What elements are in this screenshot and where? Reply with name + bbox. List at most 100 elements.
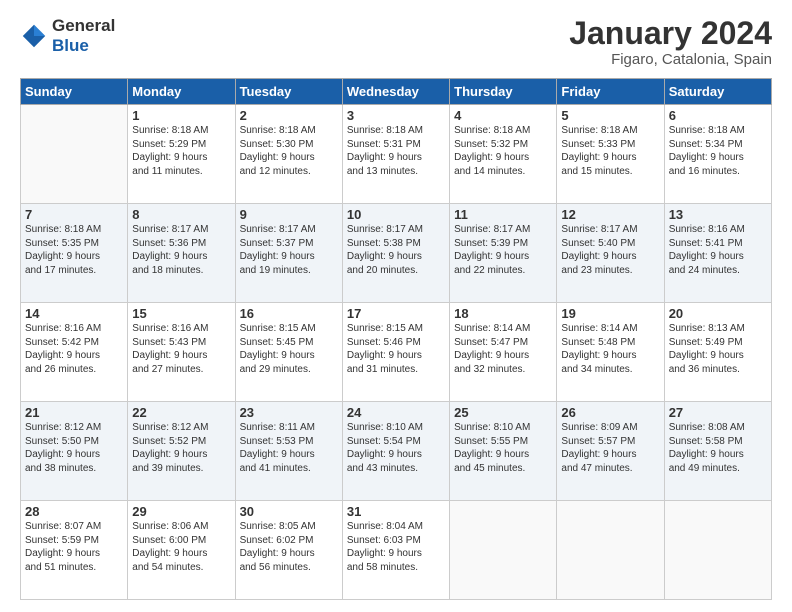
day-number: 11 bbox=[454, 207, 552, 222]
header-cell-sunday: Sunday bbox=[21, 79, 128, 105]
calendar-cell: 18Sunrise: 8:14 AMSunset: 5:47 PMDayligh… bbox=[450, 303, 557, 402]
day-info: Sunrise: 8:18 AMSunset: 5:29 PMDaylight:… bbox=[132, 124, 230, 178]
day-number: 14 bbox=[25, 306, 123, 321]
calendar-cell: 3Sunrise: 8:18 AMSunset: 5:31 PMDaylight… bbox=[342, 105, 449, 204]
calendar-table: SundayMondayTuesdayWednesdayThursdayFrid… bbox=[20, 78, 772, 600]
calendar-cell: 27Sunrise: 8:08 AMSunset: 5:58 PMDayligh… bbox=[664, 402, 771, 501]
day-info: Sunrise: 8:16 AMSunset: 5:43 PMDaylight:… bbox=[132, 322, 230, 376]
calendar-cell bbox=[664, 501, 771, 600]
day-info: Sunrise: 8:12 AMSunset: 5:50 PMDaylight:… bbox=[25, 421, 123, 475]
day-number: 4 bbox=[454, 108, 552, 123]
calendar-cell: 22Sunrise: 8:12 AMSunset: 5:52 PMDayligh… bbox=[128, 402, 235, 501]
calendar-cell: 14Sunrise: 8:16 AMSunset: 5:42 PMDayligh… bbox=[21, 303, 128, 402]
day-info: Sunrise: 8:09 AMSunset: 5:57 PMDaylight:… bbox=[561, 421, 659, 475]
calendar-cell: 5Sunrise: 8:18 AMSunset: 5:33 PMDaylight… bbox=[557, 105, 664, 204]
header-row: SundayMondayTuesdayWednesdayThursdayFrid… bbox=[21, 79, 772, 105]
header-cell-wednesday: Wednesday bbox=[342, 79, 449, 105]
day-info: Sunrise: 8:18 AMSunset: 5:30 PMDaylight:… bbox=[240, 124, 338, 178]
day-info: Sunrise: 8:13 AMSunset: 5:49 PMDaylight:… bbox=[669, 322, 767, 376]
day-info: Sunrise: 8:04 AMSunset: 6:03 PMDaylight:… bbox=[347, 520, 445, 574]
calendar-cell bbox=[21, 105, 128, 204]
day-number: 16 bbox=[240, 306, 338, 321]
day-number: 15 bbox=[132, 306, 230, 321]
day-info: Sunrise: 8:18 AMSunset: 5:31 PMDaylight:… bbox=[347, 124, 445, 178]
calendar-cell: 9Sunrise: 8:17 AMSunset: 5:37 PMDaylight… bbox=[235, 204, 342, 303]
calendar-cell bbox=[450, 501, 557, 600]
page-title: January 2024 bbox=[569, 16, 772, 51]
calendar-cell: 8Sunrise: 8:17 AMSunset: 5:36 PMDaylight… bbox=[128, 204, 235, 303]
logo-icon bbox=[20, 22, 48, 50]
day-number: 17 bbox=[347, 306, 445, 321]
calendar-week-5: 28Sunrise: 8:07 AMSunset: 5:59 PMDayligh… bbox=[21, 501, 772, 600]
calendar-header: SundayMondayTuesdayWednesdayThursdayFrid… bbox=[21, 79, 772, 105]
day-number: 19 bbox=[561, 306, 659, 321]
day-number: 6 bbox=[669, 108, 767, 123]
calendar-cell: 26Sunrise: 8:09 AMSunset: 5:57 PMDayligh… bbox=[557, 402, 664, 501]
calendar-week-1: 1Sunrise: 8:18 AMSunset: 5:29 PMDaylight… bbox=[21, 105, 772, 204]
day-number: 24 bbox=[347, 405, 445, 420]
day-number: 31 bbox=[347, 504, 445, 519]
calendar-cell: 16Sunrise: 8:15 AMSunset: 5:45 PMDayligh… bbox=[235, 303, 342, 402]
day-info: Sunrise: 8:06 AMSunset: 6:00 PMDaylight:… bbox=[132, 520, 230, 574]
day-number: 10 bbox=[347, 207, 445, 222]
day-info: Sunrise: 8:07 AMSunset: 5:59 PMDaylight:… bbox=[25, 520, 123, 574]
day-info: Sunrise: 8:17 AMSunset: 5:37 PMDaylight:… bbox=[240, 223, 338, 277]
day-number: 29 bbox=[132, 504, 230, 519]
day-number: 26 bbox=[561, 405, 659, 420]
header-cell-monday: Monday bbox=[128, 79, 235, 105]
day-number: 23 bbox=[240, 405, 338, 420]
day-number: 28 bbox=[25, 504, 123, 519]
day-number: 1 bbox=[132, 108, 230, 123]
day-number: 7 bbox=[25, 207, 123, 222]
calendar-cell: 2Sunrise: 8:18 AMSunset: 5:30 PMDaylight… bbox=[235, 105, 342, 204]
calendar-cell: 13Sunrise: 8:16 AMSunset: 5:41 PMDayligh… bbox=[664, 204, 771, 303]
day-number: 21 bbox=[25, 405, 123, 420]
calendar-cell: 23Sunrise: 8:11 AMSunset: 5:53 PMDayligh… bbox=[235, 402, 342, 501]
calendar-body: 1Sunrise: 8:18 AMSunset: 5:29 PMDaylight… bbox=[21, 105, 772, 600]
day-number: 18 bbox=[454, 306, 552, 321]
day-number: 25 bbox=[454, 405, 552, 420]
page-subtitle: Figaro, Catalonia, Spain bbox=[569, 51, 772, 68]
calendar-cell: 7Sunrise: 8:18 AMSunset: 5:35 PMDaylight… bbox=[21, 204, 128, 303]
calendar-cell: 19Sunrise: 8:14 AMSunset: 5:48 PMDayligh… bbox=[557, 303, 664, 402]
calendar-cell: 28Sunrise: 8:07 AMSunset: 5:59 PMDayligh… bbox=[21, 501, 128, 600]
calendar-cell: 10Sunrise: 8:17 AMSunset: 5:38 PMDayligh… bbox=[342, 204, 449, 303]
header-cell-saturday: Saturday bbox=[664, 79, 771, 105]
calendar-week-2: 7Sunrise: 8:18 AMSunset: 5:35 PMDaylight… bbox=[21, 204, 772, 303]
title-block: January 2024 Figaro, Catalonia, Spain bbox=[569, 16, 772, 68]
calendar-cell: 21Sunrise: 8:12 AMSunset: 5:50 PMDayligh… bbox=[21, 402, 128, 501]
day-number: 2 bbox=[240, 108, 338, 123]
logo-text: General Blue bbox=[52, 16, 115, 55]
day-info: Sunrise: 8:08 AMSunset: 5:58 PMDaylight:… bbox=[669, 421, 767, 475]
day-info: Sunrise: 8:10 AMSunset: 5:55 PMDaylight:… bbox=[454, 421, 552, 475]
page: General Blue January 2024 Figaro, Catalo… bbox=[0, 0, 792, 612]
day-number: 3 bbox=[347, 108, 445, 123]
calendar-cell: 11Sunrise: 8:17 AMSunset: 5:39 PMDayligh… bbox=[450, 204, 557, 303]
day-info: Sunrise: 8:05 AMSunset: 6:02 PMDaylight:… bbox=[240, 520, 338, 574]
calendar-week-3: 14Sunrise: 8:16 AMSunset: 5:42 PMDayligh… bbox=[21, 303, 772, 402]
day-info: Sunrise: 8:12 AMSunset: 5:52 PMDaylight:… bbox=[132, 421, 230, 475]
day-info: Sunrise: 8:16 AMSunset: 5:41 PMDaylight:… bbox=[669, 223, 767, 277]
calendar-cell: 17Sunrise: 8:15 AMSunset: 5:46 PMDayligh… bbox=[342, 303, 449, 402]
calendar-cell: 30Sunrise: 8:05 AMSunset: 6:02 PMDayligh… bbox=[235, 501, 342, 600]
calendar-cell bbox=[557, 501, 664, 600]
calendar-cell: 31Sunrise: 8:04 AMSunset: 6:03 PMDayligh… bbox=[342, 501, 449, 600]
day-info: Sunrise: 8:11 AMSunset: 5:53 PMDaylight:… bbox=[240, 421, 338, 475]
day-info: Sunrise: 8:17 AMSunset: 5:39 PMDaylight:… bbox=[454, 223, 552, 277]
calendar-cell: 4Sunrise: 8:18 AMSunset: 5:32 PMDaylight… bbox=[450, 105, 557, 204]
day-number: 22 bbox=[132, 405, 230, 420]
calendar-cell: 24Sunrise: 8:10 AMSunset: 5:54 PMDayligh… bbox=[342, 402, 449, 501]
calendar-cell: 25Sunrise: 8:10 AMSunset: 5:55 PMDayligh… bbox=[450, 402, 557, 501]
day-number: 5 bbox=[561, 108, 659, 123]
day-number: 12 bbox=[561, 207, 659, 222]
calendar-cell: 29Sunrise: 8:06 AMSunset: 6:00 PMDayligh… bbox=[128, 501, 235, 600]
header-cell-thursday: Thursday bbox=[450, 79, 557, 105]
day-number: 13 bbox=[669, 207, 767, 222]
header-cell-tuesday: Tuesday bbox=[235, 79, 342, 105]
calendar-cell: 12Sunrise: 8:17 AMSunset: 5:40 PMDayligh… bbox=[557, 204, 664, 303]
day-number: 30 bbox=[240, 504, 338, 519]
day-info: Sunrise: 8:14 AMSunset: 5:47 PMDaylight:… bbox=[454, 322, 552, 376]
day-info: Sunrise: 8:18 AMSunset: 5:32 PMDaylight:… bbox=[454, 124, 552, 178]
day-info: Sunrise: 8:17 AMSunset: 5:38 PMDaylight:… bbox=[347, 223, 445, 277]
day-number: 20 bbox=[669, 306, 767, 321]
